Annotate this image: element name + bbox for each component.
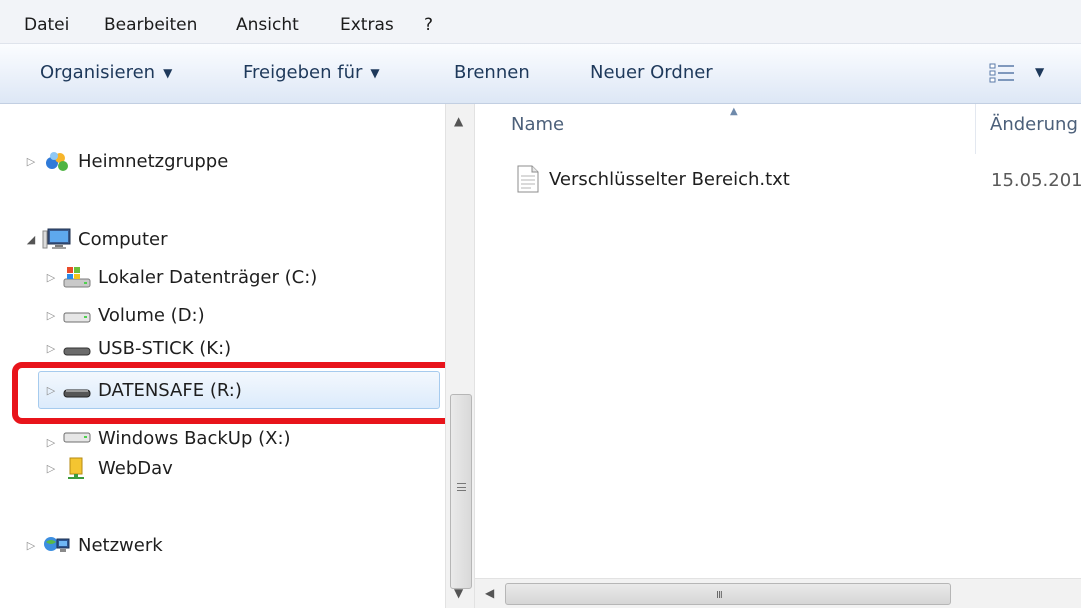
grip-icon: III xyxy=(716,590,723,601)
file-row[interactable]: Verschlüsselter Bereich.txt xyxy=(515,164,790,194)
burn-button[interactable]: Brennen xyxy=(454,62,530,83)
nav-label: USB-STICK (K:) xyxy=(98,337,232,359)
expand-arrow-icon[interactable]: ▷ xyxy=(44,342,58,355)
new-folder-button[interactable]: Neuer Ordner xyxy=(590,62,713,83)
view-dropdown-icon[interactable]: ▼ xyxy=(1035,65,1044,79)
scroll-left-icon[interactable]: ◀ xyxy=(485,586,494,600)
horizontal-scrollbar[interactable]: ◀ III xyxy=(475,578,1081,608)
windows-drive-icon xyxy=(63,267,91,288)
menu-ansicht[interactable]: Ansicht xyxy=(236,15,299,35)
share-label: Freigeben für xyxy=(243,62,363,83)
highlight-annotation xyxy=(12,362,464,424)
network-folder-icon xyxy=(68,457,84,479)
menu-datei[interactable]: Datei xyxy=(24,15,69,35)
scroll-down-icon[interactable]: ▼ xyxy=(454,586,463,600)
burn-label: Brennen xyxy=(454,62,530,83)
computer-icon xyxy=(42,228,71,249)
menu-bar: Datei Bearbeiten Ansicht Extras ? xyxy=(0,0,1081,44)
command-bar: Organisieren ▼ Freigeben für ▼ Brennen N… xyxy=(0,44,1081,104)
nav-item-computer[interactable]: ◢ Computer xyxy=(24,224,167,254)
nav-item-drive-d[interactable]: ▷ Volume (D:) xyxy=(44,300,205,330)
column-header-name[interactable]: Name xyxy=(511,114,564,135)
expand-arrow-icon[interactable]: ▷ xyxy=(44,436,58,449)
nav-vertical-scrollbar[interactable]: ▲ ▼ xyxy=(445,104,475,608)
horizontal-scroll-thumb[interactable]: III xyxy=(505,583,951,605)
expand-arrow-icon[interactable]: ▷ xyxy=(44,309,58,322)
hard-drive-icon xyxy=(63,312,91,323)
new-folder-label: Neuer Ordner xyxy=(590,62,713,83)
file-modified-date: 15.05.201 xyxy=(991,170,1081,191)
network-icon xyxy=(44,537,70,552)
share-button[interactable]: Freigeben für ▼ xyxy=(243,62,380,83)
nav-label: Netzwerk xyxy=(78,534,163,556)
usb-drive-icon xyxy=(63,347,91,356)
grip-icon xyxy=(457,483,466,491)
nav-item-drive-x[interactable]: ▷ Windows BackUp (X:) xyxy=(44,425,291,449)
nav-item-drive-k[interactable]: ▷ USB-STICK (K:) xyxy=(44,336,231,360)
scroll-thumb[interactable] xyxy=(450,394,472,589)
file-list-pane: ▲ Name Änderung Verschlüsselter Bereich.… xyxy=(475,104,1081,608)
column-header-modified[interactable]: Änderung xyxy=(990,114,1078,135)
chevron-down-icon: ▼ xyxy=(163,65,173,80)
nav-label: Volume (D:) xyxy=(98,304,205,326)
nav-item-network[interactable]: ▷ Netzwerk xyxy=(24,530,163,560)
view-options-icon[interactable] xyxy=(988,61,1016,85)
expand-arrow-icon[interactable]: ▷ xyxy=(44,271,58,284)
nav-label: Lokaler Datenträger (C:) xyxy=(98,266,318,288)
menu-extras[interactable]: Extras xyxy=(340,15,394,35)
hard-drive-icon xyxy=(63,432,91,443)
expand-arrow-icon[interactable]: ▷ xyxy=(24,539,38,552)
expand-arrow-icon[interactable]: ▷ xyxy=(24,155,38,168)
homegroup-icon xyxy=(46,152,68,171)
nav-item-drive-c[interactable]: ▷ Lokaler Datenträger (C:) xyxy=(44,262,317,292)
column-divider[interactable] xyxy=(975,104,976,154)
file-name: Verschlüsselter Bereich.txt xyxy=(549,168,790,190)
nav-item-webdav[interactable]: ▷ WebDav xyxy=(44,453,173,483)
nav-label: Heimnetzgruppe xyxy=(78,150,229,172)
text-file-icon xyxy=(517,165,539,193)
nav-label: WebDav xyxy=(98,457,173,479)
expand-arrow-icon[interactable]: ▷ xyxy=(44,462,58,475)
organize-label: Organisieren xyxy=(40,62,156,83)
chevron-down-icon: ▼ xyxy=(370,65,380,80)
nav-label: Windows BackUp (X:) xyxy=(98,428,291,449)
collapse-arrow-icon[interactable]: ◢ xyxy=(24,233,38,246)
scroll-up-icon[interactable]: ▲ xyxy=(454,114,463,128)
sort-ascending-icon: ▲ xyxy=(730,106,738,117)
menu-help[interactable]: ? xyxy=(424,15,433,35)
menu-bearbeiten[interactable]: Bearbeiten xyxy=(104,15,197,35)
nav-item-homegroup[interactable]: ▷ Heimnetzgruppe xyxy=(24,146,229,176)
organize-button[interactable]: Organisieren ▼ xyxy=(40,62,172,83)
nav-label: Computer xyxy=(78,228,168,250)
